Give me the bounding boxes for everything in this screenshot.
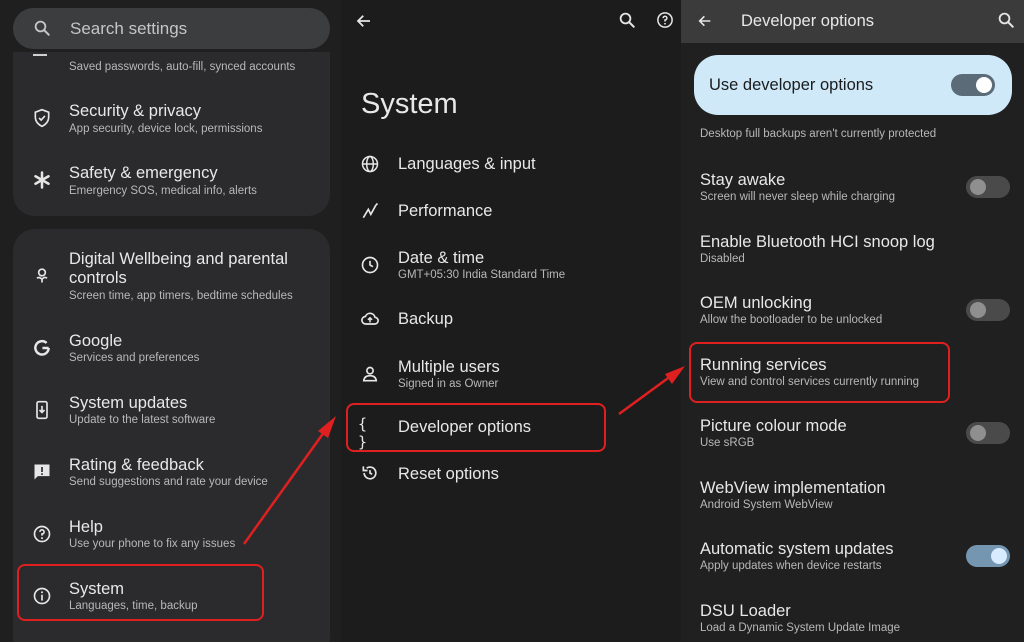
backup-warning-note: Desktop full backups aren't currently pr… [700,128,937,140]
reset-options-title: Reset options [398,465,499,483]
auto-updates-subtitle: Apply updates when device restarts [700,560,882,572]
system-item-multiple-users[interactable]: Multiple users Signed in as Owner [341,356,681,396]
rating-feedback-subtitle: Send suggestions and rate your device [69,476,268,488]
settings-card-top: Saved passwords, auto-fill, synced accou… [13,52,330,216]
settings-item-safety-emergency[interactable]: Safety & emergency Emergency SOS, medica… [13,158,330,214]
dev-item-bluetooth-hci[interactable]: Enable Bluetooth HCI snoop log Disabled [681,232,1024,282]
passwords-icon-fragment [33,54,47,56]
dev-item-auto-system-updates[interactable]: Automatic system updates Apply updates w… [681,539,1024,589]
help-icon[interactable] [656,11,674,29]
date-time-title: Date & time [398,249,485,267]
developer-options-panel: Developer options Use developer options … [681,0,1024,642]
wellbeing-title-line1: Digital Wellbeing and parental [69,250,288,268]
safety-emergency-title: Safety & emergency [69,164,218,182]
system-updates-subtitle: Update to the latest software [69,414,216,426]
system-item-backup[interactable]: Backup [341,300,681,340]
globe-icon [361,155,379,173]
search-icon[interactable] [997,11,1015,29]
page-title: Developer options [741,12,874,30]
settings-item-system-updates[interactable]: System updates Update to the latest soft… [13,390,330,446]
settings-item-digital-wellbeing[interactable]: Digital Wellbeing and parental controls … [13,247,330,309]
stay-awake-subtitle: Screen will never sleep while charging [700,191,895,203]
dsu-loader-subtitle: Load a Dynamic System Update Image [700,622,901,634]
settings-main-panel: Search settings Saved passwords, auto-fi… [0,0,341,642]
multiple-users-title: Multiple users [398,358,500,376]
use-developer-options-label: Use developer options [709,76,874,94]
system-item-performance[interactable]: Performance [341,192,681,232]
dev-item-stay-awake[interactable]: Stay awake Screen will never sleep while… [681,170,1024,220]
person-icon [362,366,378,382]
safety-emergency-subtitle: Emergency SOS, medical info, alerts [69,185,257,197]
asterisk-icon [34,171,50,189]
auto-updates-toggle[interactable] [966,545,1010,567]
stay-awake-title: Stay awake [700,171,786,189]
system-item-languages[interactable]: Languages & input [341,145,681,185]
wellbeing-icon [36,268,48,283]
bluetooth-hci-title: Enable Bluetooth HCI snoop log [700,233,935,251]
google-title: Google [69,332,123,350]
back-arrow-icon[interactable] [355,12,373,30]
search-icon[interactable] [618,11,636,29]
help-icon [33,525,51,543]
system-settings-panel: System Languages & input Performance Dat… [341,0,681,642]
feedback-icon [34,464,50,480]
picture-colour-mode-toggle[interactable] [966,422,1010,444]
performance-icon [362,202,379,219]
performance-title: Performance [398,202,493,220]
system-updates-title: System updates [69,394,188,412]
settings-item-rating-feedback[interactable]: Rating & feedback Send suggestions and r… [13,452,330,508]
page-title: System [361,88,458,120]
use-developer-options-card[interactable]: Use developer options [694,55,1012,115]
system-highlight-box [17,564,264,621]
cloud-backup-icon [361,312,379,325]
search-placeholder: Search settings [70,19,188,38]
help-title: Help [69,518,103,536]
webview-title: WebView implementation [700,479,886,497]
settings-card-bottom: Digital Wellbeing and parental controls … [13,229,330,642]
wellbeing-title-line2: controls [69,269,127,287]
running-services-highlight-box [689,342,950,403]
back-arrow-icon[interactable] [697,13,713,29]
dev-item-dsu-loader[interactable]: DSU Loader Load a Dynamic System Update … [681,601,1024,642]
search-bar[interactable]: Search settings [13,8,330,49]
clock-icon [361,256,379,274]
date-time-subtitle: GMT+05:30 India Standard Time [398,269,566,281]
security-privacy-title: Security & privacy [69,102,202,120]
languages-title: Languages & input [398,155,536,173]
dev-item-oem-unlocking[interactable]: OEM unlocking Allow the bootloader to be… [681,293,1024,343]
system-item-reset-options[interactable]: Reset options [341,455,681,495]
dev-item-webview[interactable]: WebView implementation Android System We… [681,478,1024,528]
dev-item-picture-colour-mode[interactable]: Picture colour mode Use sRGB [681,416,1024,466]
oem-unlocking-toggle[interactable] [966,299,1010,321]
developer-options-highlight-box [346,403,606,452]
multiple-users-subtitle: Signed in as Owner [398,378,499,390]
bluetooth-hci-subtitle: Disabled [700,253,745,265]
passwords-subtitle: Saved passwords, auto-fill, synced accou… [69,61,296,73]
google-icon [34,339,50,356]
system-update-icon [36,400,48,420]
oem-unlocking-subtitle: Allow the bootloader to be unlocked [700,314,883,326]
rating-feedback-title: Rating & feedback [69,456,204,474]
settings-item-security-privacy[interactable]: Security & privacy App security, device … [13,96,330,152]
picture-colour-mode-title: Picture colour mode [700,417,847,435]
picture-colour-mode-subtitle: Use sRGB [700,437,755,449]
auto-updates-title: Automatic system updates [700,540,894,558]
use-developer-options-toggle[interactable] [951,74,995,96]
system-item-date-time[interactable]: Date & time GMT+05:30 India Standard Tim… [341,247,681,287]
google-subtitle: Services and preferences [69,352,200,364]
settings-item-help[interactable]: Help Use your phone to fix any issues [13,514,330,570]
dsu-loader-title: DSU Loader [700,602,791,620]
search-icon [34,20,50,36]
shield-icon [34,108,50,128]
backup-title: Backup [398,310,454,328]
settings-item-google[interactable]: Google Services and preferences [13,328,330,384]
top-app-bar: Developer options [681,0,1024,43]
reset-icon [362,466,377,480]
wellbeing-subtitle: Screen time, app timers, bedtime schedul… [69,290,293,302]
security-privacy-subtitle: App security, device lock, permissions [69,123,263,135]
oem-unlocking-title: OEM unlocking [700,294,812,312]
webview-subtitle: Android System WebView [700,499,833,511]
stay-awake-toggle[interactable] [966,176,1010,198]
help-subtitle: Use your phone to fix any issues [69,538,236,550]
